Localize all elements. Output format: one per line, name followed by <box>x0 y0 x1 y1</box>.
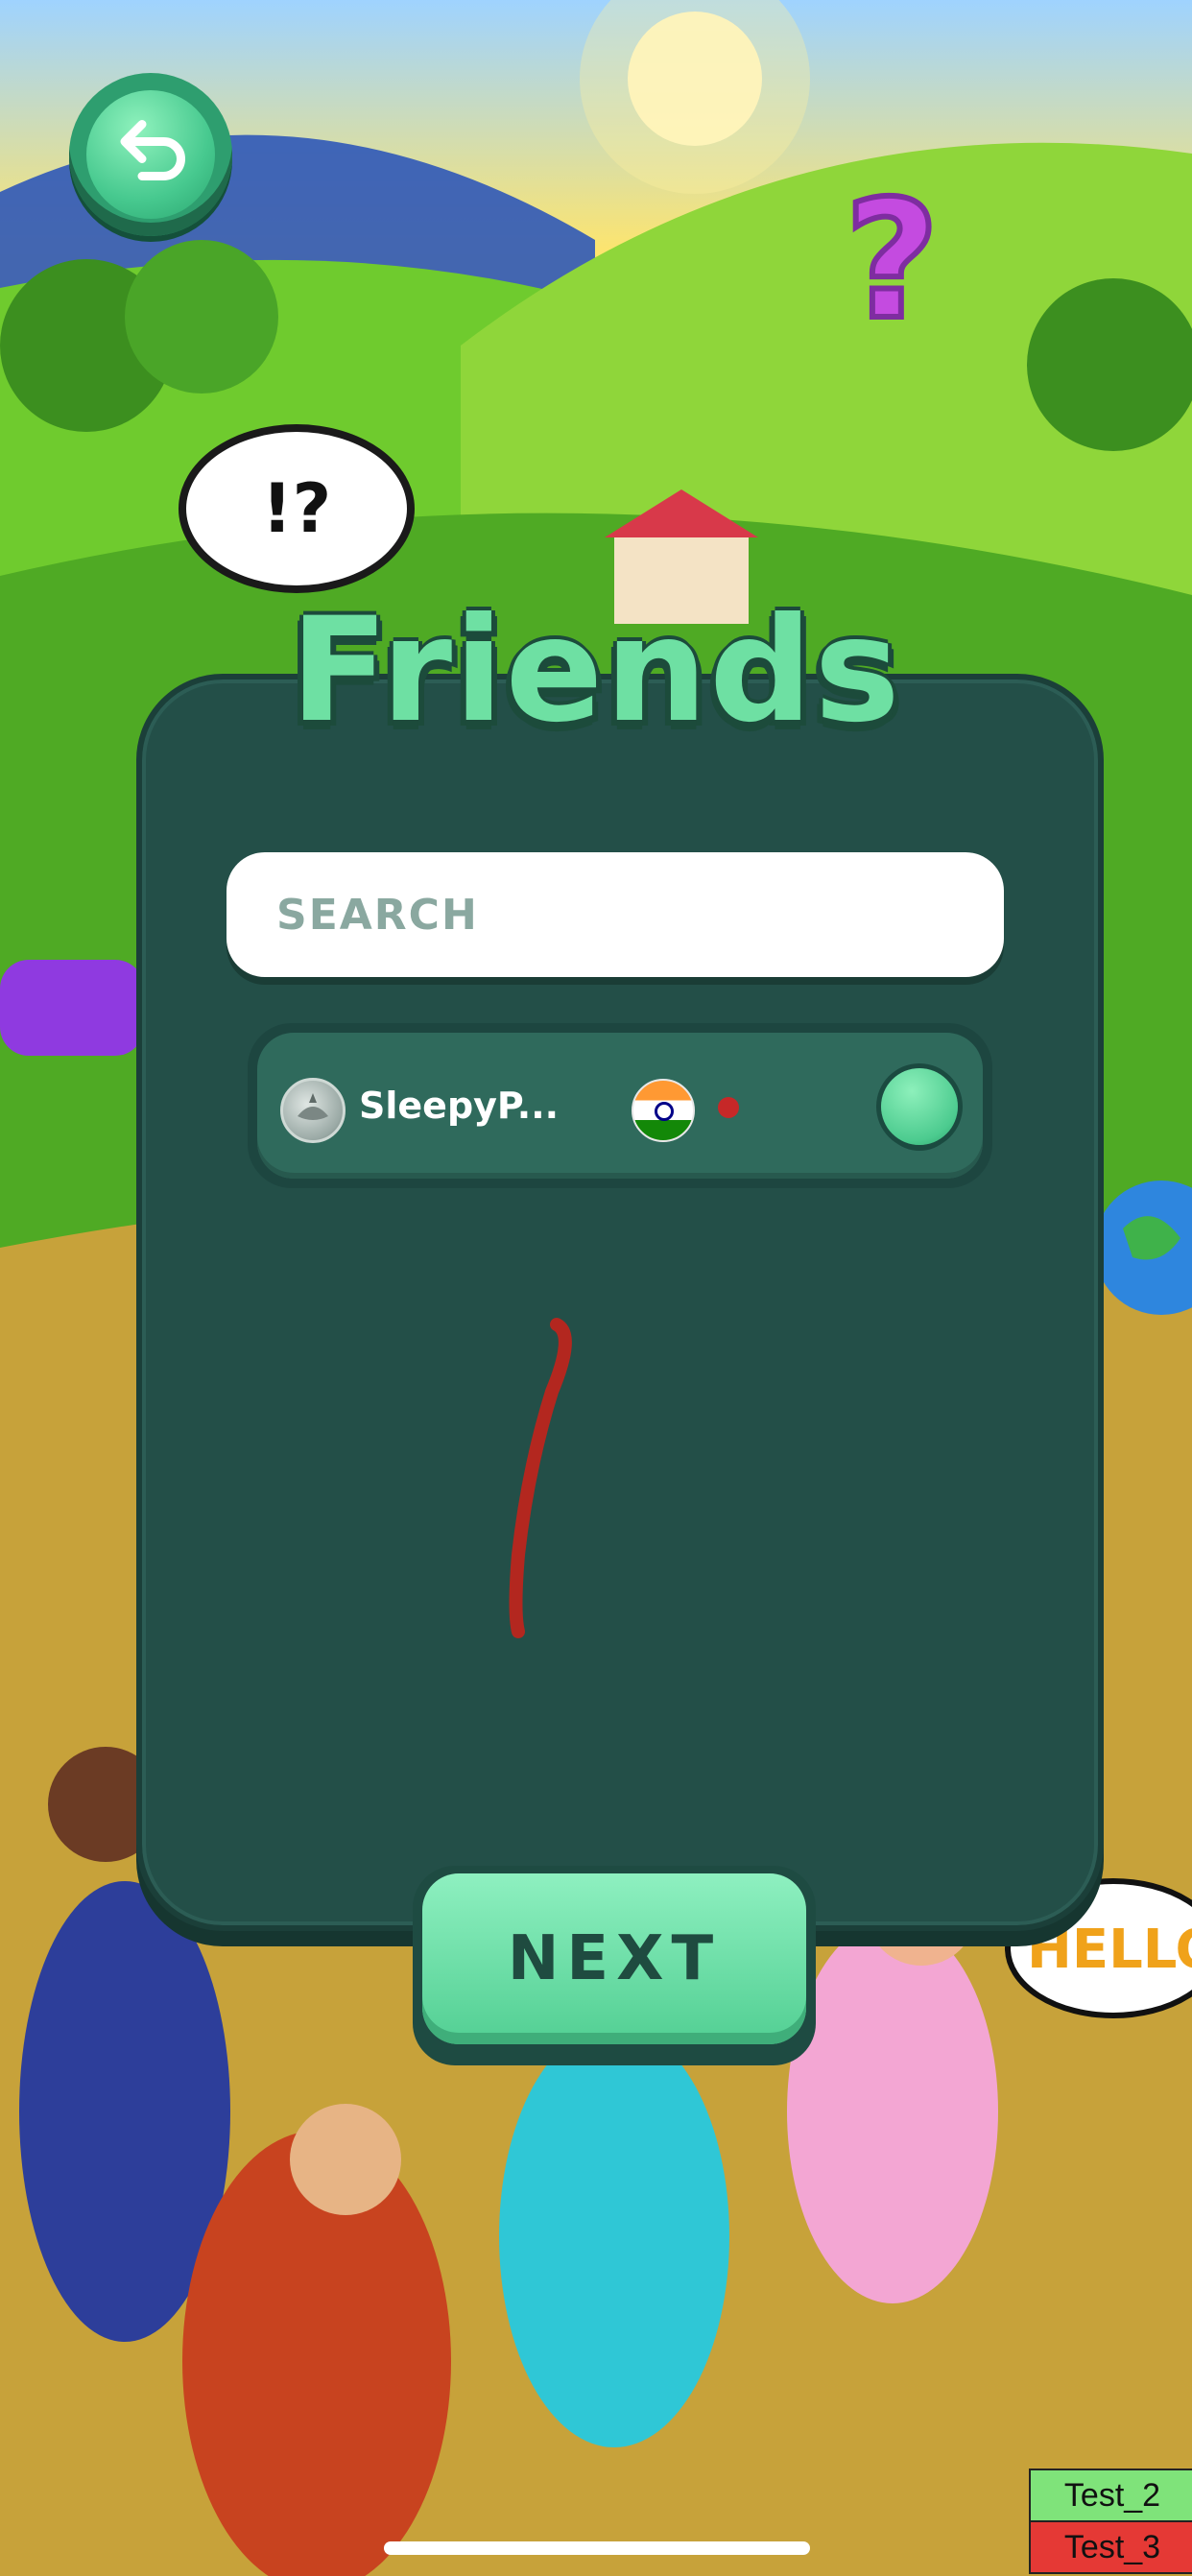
speech-bubble: !? <box>179 424 415 593</box>
speech-bubble-text: !? <box>261 469 332 548</box>
india-flag-icon <box>632 1079 695 1142</box>
page-title: Friends <box>290 587 902 754</box>
search-input[interactable] <box>226 889 1004 941</box>
select-friend-button[interactable] <box>881 1068 958 1145</box>
next-button-face: NEXT <box>422 1873 806 2044</box>
next-button[interactable]: NEXT <box>413 1866 816 2065</box>
test-3-label[interactable]: Test_3 <box>1029 2520 1192 2574</box>
test-2-label[interactable]: Test_2 <box>1029 2469 1192 2522</box>
next-button-label: NEXT <box>507 1923 722 1994</box>
search-field[interactable] <box>226 852 1004 977</box>
online-status-icon <box>718 1097 739 1118</box>
scribble-annotation <box>509 1318 572 1638</box>
svg-text:?: ? <box>845 166 940 356</box>
back-arrow-icon <box>86 90 215 219</box>
shark-avatar-icon <box>298 1093 328 1120</box>
home-indicator[interactable] <box>384 2541 810 2555</box>
friend-name: SleepyP... <box>359 1085 560 1127</box>
svg-text:HELLO: HELLO <box>1027 1919 1192 1981</box>
back-button[interactable] <box>69 73 232 236</box>
avatar <box>280 1078 346 1143</box>
